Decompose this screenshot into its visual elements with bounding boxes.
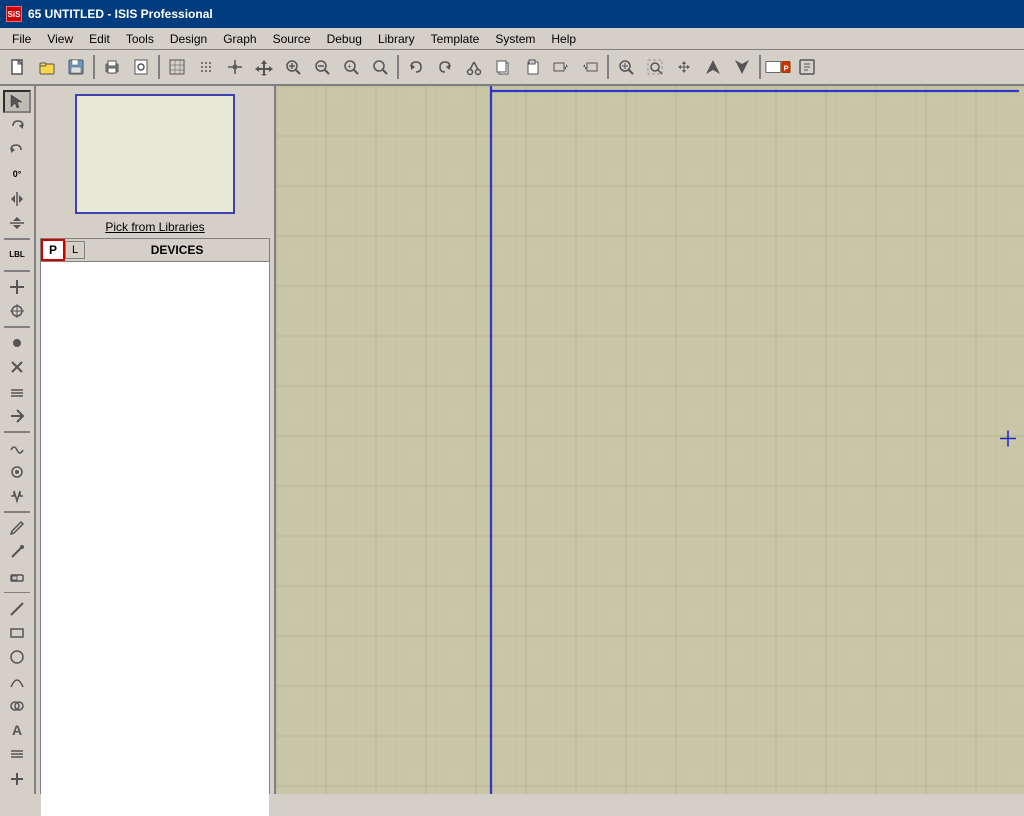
- mirror-h-tool[interactable]: [3, 188, 31, 210]
- title-bar: SiS 65 UNTITLED - ISIS Professional: [0, 0, 1024, 28]
- print-button[interactable]: [98, 53, 126, 81]
- text-tool[interactable]: A: [3, 719, 31, 741]
- arrow-tool[interactable]: [3, 405, 31, 427]
- tag-left-button[interactable]: [576, 53, 604, 81]
- menu-system[interactable]: System: [487, 30, 543, 48]
- label-tool[interactable]: LBL: [3, 244, 31, 266]
- menu-graph[interactable]: Graph: [215, 30, 264, 48]
- zoom-all-button[interactable]: [366, 53, 394, 81]
- zoom-view-button[interactable]: [612, 53, 640, 81]
- arc-tool[interactable]: [3, 670, 31, 692]
- origin-button[interactable]: [221, 53, 249, 81]
- pencil-tool[interactable]: [3, 517, 31, 539]
- save-button[interactable]: [62, 53, 90, 81]
- left-palette: 0° LBL: [0, 86, 36, 794]
- probe-tool[interactable]: [3, 461, 31, 483]
- sep3: [397, 55, 399, 79]
- copy-button[interactable]: [489, 53, 517, 81]
- devices-list[interactable]: [41, 262, 269, 816]
- main-layout: 0° LBL: [0, 86, 1024, 794]
- sep5: [759, 55, 761, 79]
- move-button[interactable]: [250, 53, 278, 81]
- bus-tool[interactable]: [3, 380, 31, 402]
- mirror-v-tool[interactable]: [3, 212, 31, 234]
- arrow2-button[interactable]: [728, 53, 756, 81]
- sep4: [607, 55, 609, 79]
- menu-file[interactable]: File: [4, 30, 39, 48]
- l-tab[interactable]: L: [65, 241, 85, 259]
- window-title: 65 UNTITLED - ISIS Professional: [28, 7, 213, 21]
- place-tool[interactable]: [3, 300, 31, 322]
- sep1: [93, 55, 95, 79]
- toolbar: +: [0, 50, 1024, 86]
- palette-sep-3: [4, 326, 30, 328]
- zoom-in-button[interactable]: +: [337, 53, 365, 81]
- zoom-in-area-button[interactable]: [279, 53, 307, 81]
- rotate-cw-tool[interactable]: [3, 115, 31, 137]
- menu-debug[interactable]: Debug: [319, 30, 370, 48]
- menu-template[interactable]: Template: [423, 30, 488, 48]
- arrow1-button[interactable]: [699, 53, 727, 81]
- svg-text:+: +: [347, 62, 352, 71]
- devices-header: P L DEVICES: [41, 239, 269, 262]
- zoom-out-button[interactable]: [308, 53, 336, 81]
- menu-library[interactable]: Library: [370, 30, 423, 48]
- pick-libraries-link[interactable]: Pick from Libraries: [36, 218, 274, 238]
- preview-box: [75, 94, 235, 214]
- menu-help[interactable]: Help: [543, 30, 584, 48]
- paste2-button[interactable]: [518, 53, 546, 81]
- palette-sep-6: [4, 592, 30, 594]
- generator-tool[interactable]: [3, 485, 31, 507]
- no-connect-tool[interactable]: [3, 356, 31, 378]
- symbol-tool[interactable]: [3, 743, 31, 765]
- show-grid-button[interactable]: [192, 53, 220, 81]
- print-preview-button[interactable]: [127, 53, 155, 81]
- angle-display[interactable]: 0°: [3, 163, 31, 185]
- open-button[interactable]: [33, 53, 61, 81]
- circle-tool[interactable]: [3, 646, 31, 668]
- menu-bar: File View Edit Tools Design Graph Source…: [0, 28, 1024, 50]
- curve-tool[interactable]: [3, 695, 31, 717]
- side-panel: Pick from Libraries P L DEVICES: [36, 86, 276, 794]
- toggle-grid-button[interactable]: [163, 53, 191, 81]
- sep2: [158, 55, 160, 79]
- palette-sep-2: [4, 270, 30, 272]
- menu-edit[interactable]: Edit: [81, 30, 118, 48]
- p-tab[interactable]: P: [41, 239, 65, 261]
- menu-design[interactable]: Design: [162, 30, 215, 48]
- menu-tools[interactable]: Tools: [118, 30, 162, 48]
- palette-sep-4: [4, 431, 30, 433]
- devices-panel: P L DEVICES: [40, 238, 270, 794]
- pan-button[interactable]: [670, 53, 698, 81]
- cross-cursor: [1000, 431, 1016, 450]
- line-tool[interactable]: [3, 597, 31, 619]
- palette-sep-1: [4, 238, 30, 240]
- devices-title: DEVICES: [85, 240, 269, 260]
- canvas-area[interactable]: [276, 86, 1024, 794]
- select-tool[interactable]: [3, 90, 31, 113]
- pick-device-button[interactable]: P: [764, 53, 792, 81]
- rotate-ccw-tool[interactable]: [3, 139, 31, 161]
- tag-right-button[interactable]: [547, 53, 575, 81]
- app-icon: SiS: [6, 6, 22, 22]
- marker-tool[interactable]: [3, 541, 31, 563]
- junction-tool[interactable]: [3, 332, 31, 354]
- palette-sep-5: [4, 511, 30, 513]
- redo-button[interactable]: [431, 53, 459, 81]
- erase-tool[interactable]: [3, 566, 31, 588]
- add-tool[interactable]: [3, 768, 31, 790]
- svg-text:P: P: [784, 64, 789, 73]
- zoom-area2-button[interactable]: [641, 53, 669, 81]
- wire-tool[interactable]: [3, 276, 31, 298]
- new-button[interactable]: [4, 53, 32, 81]
- undo-button[interactable]: [402, 53, 430, 81]
- menu-view[interactable]: View: [39, 30, 81, 48]
- wave-tool[interactable]: [3, 437, 31, 459]
- rect-tool[interactable]: [3, 622, 31, 644]
- view-model-button[interactable]: [793, 53, 821, 81]
- grid-canvas: [276, 86, 1024, 794]
- menu-source[interactable]: Source: [265, 30, 319, 48]
- cut-button[interactable]: [460, 53, 488, 81]
